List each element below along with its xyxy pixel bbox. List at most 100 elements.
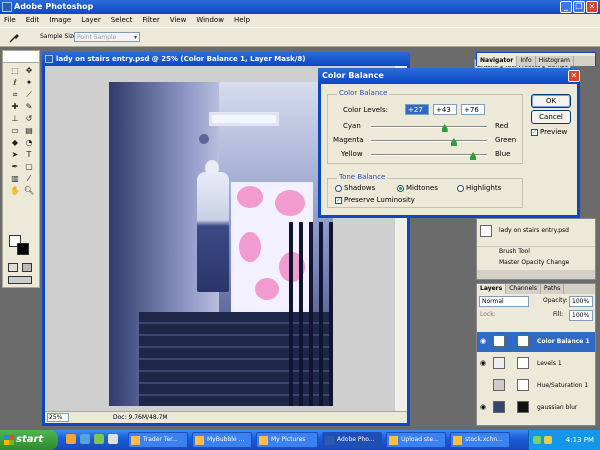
ok-button[interactable]: OK — [531, 94, 571, 108]
tray-network-icon[interactable] — [533, 436, 541, 444]
notes-tool-icon[interactable]: ▥ — [9, 174, 21, 184]
eyedropper-icon[interactable] — [8, 32, 20, 44]
dodge-tool-icon[interactable]: ◔ — [23, 138, 35, 148]
opacity-input[interactable]: 100% — [569, 296, 593, 307]
taskbar-button[interactable]: My Pictures — [256, 432, 318, 448]
color-level-yellow-blue-input[interactable]: +76 — [461, 104, 485, 115]
quicklaunch-ie-icon[interactable] — [66, 434, 76, 444]
brush-tool-icon[interactable]: ✎ — [23, 102, 35, 112]
preview-checkbox[interactable]: ✓ — [531, 129, 538, 136]
layer-mask-thumbnail[interactable] — [517, 357, 529, 369]
magenta-green-slider[interactable] — [371, 140, 487, 142]
magic-wand-icon[interactable]: ✦ — [23, 78, 35, 88]
color-level-cyan-red-input[interactable]: +27 — [405, 104, 429, 115]
tab-info[interactable]: Info — [517, 56, 536, 66]
image-skylight — [209, 112, 279, 126]
dialog-close-button[interactable]: ✕ — [568, 70, 580, 82]
color-level-magenta-green-input[interactable]: +43 — [433, 104, 457, 115]
hand-tool-icon[interactable]: ✋ — [9, 186, 21, 196]
clone-stamp-icon[interactable]: ⊥ — [9, 114, 21, 124]
layers-tabs: Layers Channels Paths — [477, 284, 595, 294]
sample-size-label: Sample Size: — [40, 33, 79, 40]
restore-button[interactable]: ❐ — [573, 1, 585, 13]
tray-volume-icon[interactable] — [544, 436, 552, 444]
marquee-tool-icon[interactable]: ⬚ — [9, 66, 21, 76]
doc-size-info[interactable]: Doc: 9.76M/48.7M — [113, 412, 168, 423]
history-snapshot[interactable]: lady on stairs entry.psd — [477, 226, 595, 236]
menu-image[interactable]: Image — [48, 14, 72, 27]
blur-tool-icon[interactable]: ◆ — [9, 138, 21, 148]
standard-mode-icon[interactable] — [8, 263, 18, 272]
zoom-tool-icon[interactable]: 🔍︎ — [23, 186, 35, 196]
slider-yellow-label: Yellow — [341, 150, 363, 158]
gradient-tool-icon[interactable]: ▤ — [23, 126, 35, 136]
app-titlebar[interactable]: Adobe Photoshop _ ❐ ✕ — [0, 0, 600, 14]
screen-mode-icon[interactable] — [8, 276, 32, 284]
eyedropper-tool-icon[interactable]: ⁄ — [23, 174, 35, 184]
pen-tool-icon[interactable]: ✒ — [9, 162, 21, 172]
taskbar-button[interactable]: Upload ste... — [386, 432, 446, 448]
healing-brush-icon[interactable]: ✚ — [9, 102, 21, 112]
dialog-titlebar[interactable]: Color Balance ✕ — [318, 68, 580, 84]
background-color-swatch[interactable] — [17, 243, 29, 255]
path-select-icon[interactable]: ➤ — [9, 150, 21, 160]
taskbar-button-active[interactable]: Adobe Pho... — [322, 432, 382, 448]
slice-tool-icon[interactable]: ⟋ — [23, 90, 35, 100]
visibility-eye-icon[interactable]: ◉ — [480, 359, 486, 367]
menu-window[interactable]: Window — [195, 14, 225, 27]
blend-mode-select[interactable]: Normal — [479, 296, 529, 307]
cancel-button[interactable]: Cancel — [531, 110, 571, 124]
crop-tool-icon[interactable]: ⌗ — [9, 90, 21, 100]
quick-mask-icon[interactable] — [22, 263, 32, 272]
visibility-eye-icon[interactable]: ◉ — [480, 403, 486, 411]
zoom-field[interactable]: 25% — [47, 413, 69, 422]
quicklaunch-desktop-icon[interactable] — [80, 434, 90, 444]
document-titlebar[interactable]: lady on stairs entry.psd @ 25% (Color Ba… — [42, 52, 410, 66]
shadows-radio[interactable] — [335, 185, 342, 192]
close-button[interactable]: ✕ — [586, 1, 598, 13]
highlights-radio[interactable] — [457, 185, 464, 192]
eraser-tool-icon[interactable]: ▭ — [9, 126, 21, 136]
canvas-image[interactable] — [109, 82, 333, 406]
fill-input[interactable]: 100% — [569, 310, 593, 321]
menu-select[interactable]: Select — [110, 14, 134, 27]
lasso-tool-icon[interactable]: ℓ — [9, 78, 21, 88]
taskbar-button[interactable]: stock.xchn... — [450, 432, 510, 448]
history-brush-icon[interactable]: ↺ — [23, 114, 35, 124]
tab-layers[interactable]: Layers — [477, 284, 507, 294]
menu-filter[interactable]: Filter — [141, 14, 160, 27]
history-item[interactable]: Brush Tool — [477, 246, 595, 257]
tab-histogram[interactable]: Histogram — [536, 56, 574, 66]
menu-view[interactable]: View — [169, 14, 188, 27]
tab-paths[interactable]: Paths — [541, 284, 565, 294]
quicklaunch-media-icon[interactable] — [94, 434, 104, 444]
sample-size-select[interactable]: Point Sample — [74, 32, 140, 42]
menu-file[interactable]: File — [3, 14, 17, 27]
tab-navigator[interactable]: Navigator — [477, 56, 518, 66]
quicklaunch-explorer-icon[interactable] — [108, 434, 118, 444]
color-levels-label: Color Levels: — [343, 106, 388, 114]
menu-help[interactable]: Help — [233, 14, 251, 27]
fill-label: Fill: — [553, 311, 564, 318]
layer-mask-thumbnail[interactable] — [517, 401, 529, 413]
type-tool-icon[interactable]: T — [23, 150, 35, 160]
menu-layer[interactable]: Layer — [80, 14, 102, 27]
tab-channels[interactable]: Channels — [506, 284, 541, 294]
yellow-blue-slider[interactable] — [371, 154, 487, 156]
visibility-eye-icon[interactable]: ◉ — [480, 337, 486, 345]
start-button[interactable]: start — [0, 430, 58, 450]
midtones-radio[interactable] — [397, 185, 404, 192]
minimize-button[interactable]: _ — [560, 1, 572, 13]
layer-mask-thumbnail[interactable] — [517, 379, 529, 391]
layer-mask-thumbnail[interactable] — [517, 335, 529, 347]
shape-tool-icon[interactable]: ▢ — [23, 162, 35, 172]
clock[interactable]: 4:13 PM — [566, 430, 594, 450]
taskbar-button[interactable]: Trader Ter... — [128, 432, 188, 448]
toolbox-header[interactable] — [3, 51, 39, 63]
menu-edit[interactable]: Edit — [25, 14, 41, 27]
history-item[interactable]: Master Opacity Change — [477, 258, 595, 268]
taskbar-button[interactable]: MyBubble ... — [192, 432, 252, 448]
cyan-red-slider[interactable] — [371, 126, 487, 128]
move-tool-icon[interactable]: ✥ — [23, 66, 35, 76]
preserve-luminosity-checkbox[interactable]: ✓ — [335, 197, 342, 204]
